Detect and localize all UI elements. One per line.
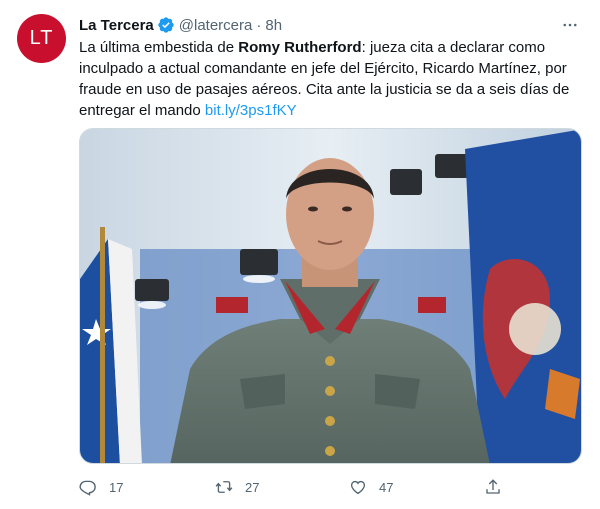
retweet-count: 27 — [245, 479, 260, 495]
reply-icon — [79, 480, 96, 496]
timestamp[interactable]: 8h — [265, 17, 282, 34]
photo-illustration — [80, 129, 581, 463]
tweet-text-intro: La última embestida de — [79, 39, 239, 56]
more-icon[interactable] — [560, 15, 580, 35]
like-icon — [350, 480, 366, 495]
tweet-link[interactable]: bit.ly/3ps1fKY — [205, 102, 297, 119]
like-count: 47 — [379, 479, 394, 495]
tweet-header: La Tercera @latercera · 8h — [79, 15, 580, 35]
handle[interactable]: @latercera — [179, 17, 253, 34]
tweet-text: La última embestida de Romy Rutherford: … — [79, 37, 579, 121]
reply-count: 17 — [109, 479, 124, 495]
tweet-card[interactable]: LT La Tercera @latercera · 8h La última … — [0, 0, 600, 509]
tweet-actions: 17 27 47 — [79, 475, 509, 499]
like-button[interactable]: 47 — [349, 475, 393, 499]
share-button[interactable] — [484, 475, 514, 499]
verified-badge-icon — [157, 16, 175, 34]
separator-dot: · — [256, 16, 262, 34]
avatar[interactable]: LT — [17, 14, 66, 63]
tweet-photo[interactable] — [79, 128, 582, 464]
share-icon — [486, 479, 500, 494]
retweet-button[interactable]: 27 — [215, 475, 259, 499]
retweet-icon — [215, 481, 233, 493]
avatar-initials: LT — [29, 27, 54, 49]
reply-button[interactable]: 17 — [79, 475, 123, 499]
display-name[interactable]: La Tercera — [79, 17, 154, 34]
tweet-text-bold: Romy Rutherford — [238, 39, 362, 56]
